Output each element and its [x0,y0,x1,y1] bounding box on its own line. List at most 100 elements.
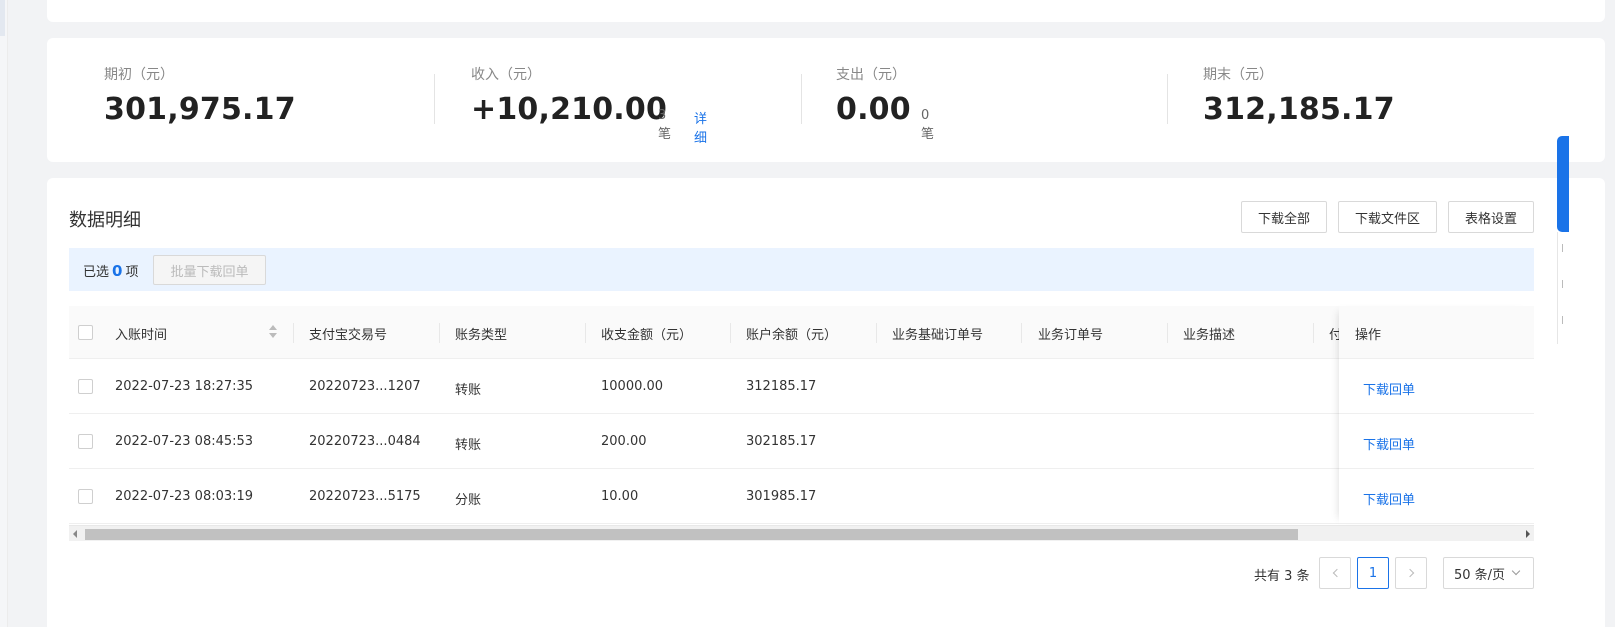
side-float-tab[interactable] [1557,136,1569,232]
column-header: 业务订单号 [1038,328,1104,343]
chevron-down-icon [1511,566,1521,576]
column-header: 账户余额（元） [746,328,838,343]
side-toolbar-item[interactable] [1562,280,1566,288]
download-receipt-link[interactable]: 下载回单 [1363,434,1415,453]
download-all-button[interactable]: 下载全部 [1241,201,1327,233]
stat-divider [1167,74,1168,124]
batch-download-button[interactable]: 批量下载回单 [153,255,266,285]
table-row: 2022-07-23 08:03:19 20220723...5175 分账 1… [69,469,1534,524]
sidebar-active-mark [0,0,5,36]
cell-time: 2022-07-23 08:03:19 [115,489,254,504]
cell-time: 2022-07-23 08:45:53 [115,434,254,449]
column-header: 账务类型 [455,328,508,343]
summary-card: 期初（元） 301,975.17 收入（元） +10,210.00 3笔 详细 … [47,38,1605,162]
stat-divider [801,74,802,124]
stat-income-label: 收入（元） [471,67,541,83]
prev-page-button[interactable] [1319,557,1351,589]
horizontal-scrollbar[interactable] [69,525,1534,541]
income-detail-link[interactable]: 详细 [694,108,707,146]
column-divider [585,323,586,343]
action-header-label: 操作 [1355,328,1382,343]
page-size-select[interactable]: 50 条/页 [1443,557,1534,589]
cell-balance: 301985.17 [746,489,817,504]
stat-closing: 期末（元） 312,185.17 [1203,64,1395,127]
column-header: 收支金额（元） [601,328,693,343]
cell-amount: 10.00 [601,489,639,504]
side-toolbar-item[interactable] [1562,316,1566,324]
detail-title: 数据明细 [69,210,141,231]
select-all-checkbox[interactable] [78,325,93,340]
column-divider [876,323,877,343]
cell-balance: 312185.17 [746,379,817,394]
selection-prefix: 已选 [83,265,110,280]
stat-income-value: +10,210.00 [471,92,668,127]
stat-expense-value: 0.00 [836,92,911,127]
column-divider [1167,323,1168,343]
action-column-header: 操作 [1339,306,1534,359]
table-row: 2022-07-23 08:45:53 20220723...0484 转账 2… [69,414,1534,469]
stat-expense-label: 支出（元） [836,67,906,83]
action-cell: 下载回单 [1339,469,1534,524]
top-card [47,0,1605,22]
stat-closing-label: 期末（元） [1203,67,1273,83]
download-receipt-link[interactable]: 下载回单 [1363,379,1415,398]
next-page-button[interactable] [1395,557,1427,589]
selection-suffix: 项 [125,265,139,280]
column-header: 业务描述 [1183,328,1236,343]
table-row: 2022-07-23 18:27:35 20220723...1207 转账 1… [69,359,1534,414]
download-area-button[interactable]: 下载文件区 [1338,201,1437,233]
column-divider [439,323,440,343]
stat-income: 收入（元） +10,210.00 3笔 详细 [471,64,707,146]
cell-amount: 10000.00 [601,379,664,394]
cell-time: 2022-07-23 18:27:35 [115,379,254,394]
pagination-total: 共有 3 条 [1254,569,1310,584]
side-toolbar-item[interactable] [1562,244,1566,252]
scroll-right-icon[interactable] [1526,530,1530,538]
stat-opening-value: 301,975.17 [104,92,296,127]
chevron-right-icon [1405,568,1414,578]
page-size-value: 50 条/页 [1454,567,1506,583]
cell-amount: 200.00 [601,434,647,449]
stat-divider [434,74,435,124]
stat-opening-label: 期初（元） [104,67,174,83]
action-cell: 下载回单 [1339,414,1534,469]
action-column: 操作 下载回单 下载回单 下载回单 [1339,306,1534,524]
stat-income-count: 3笔 [658,108,672,142]
table-header: 入账时间 支付宝交易号 账务类型 收支金额（元） 账户余额（元） 业务基础订单号… [69,306,1534,359]
chevron-left-icon [1332,568,1341,578]
column-header: 支付宝交易号 [309,328,388,343]
side-toolbar [1557,232,1569,344]
left-sidebar-edge [0,0,8,627]
page-number-button[interactable]: 1 [1357,557,1389,589]
action-cell: 下载回单 [1339,359,1534,414]
column-divider [1313,323,1314,343]
cell-type: 分账 [455,493,482,508]
row-checkbox[interactable] [78,434,93,449]
stat-expense-count: 0笔 [921,108,935,142]
table-settings-button[interactable]: 表格设置 [1448,201,1534,233]
cell-trade-no: 20220723...5175 [309,489,421,504]
stat-opening: 期初（元） 301,975.17 [104,64,296,127]
selection-summary: 已选 0 项 [83,261,138,280]
download-receipt-link[interactable]: 下载回单 [1363,489,1415,508]
cell-type: 转账 [455,383,482,398]
transactions-table: 入账时间 支付宝交易号 账务类型 收支金额（元） 账户余额（元） 业务基础订单号… [69,306,1534,524]
row-checkbox[interactable] [78,489,93,504]
cell-trade-no: 20220723...1207 [309,379,421,394]
stat-expense: 支出（元） 0.00 0笔 [836,64,934,142]
scrollbar-thumb[interactable] [85,529,1298,540]
selection-bar: 已选 0 项 批量下载回单 [69,248,1534,291]
column-divider [730,323,731,343]
detail-card: 数据明细 下载全部 下载文件区 表格设置 已选 0 项 批量下载回单 入账时间 支付… [47,178,1605,627]
row-checkbox[interactable] [78,379,93,394]
column-divider [1021,323,1022,343]
cell-trade-no: 20220723...0484 [309,434,421,449]
sort-icon[interactable] [268,325,278,339]
cell-balance: 302185.17 [746,434,817,449]
column-divider [293,323,294,343]
stat-closing-value: 312,185.17 [1203,92,1395,127]
column-header: 业务基础订单号 [892,328,984,343]
column-header[interactable]: 入账时间 [115,324,167,343]
scroll-left-icon[interactable] [73,530,77,538]
cell-type: 转账 [455,438,482,453]
